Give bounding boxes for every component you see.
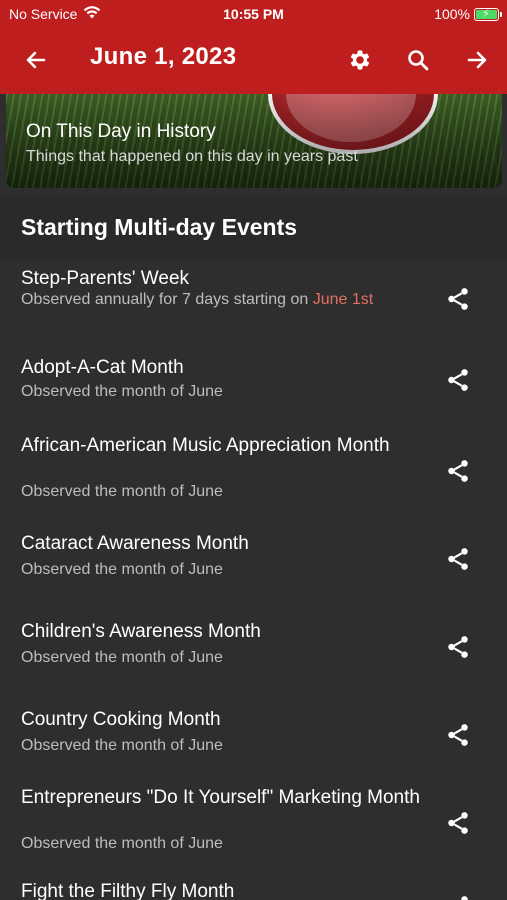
section-heading: Starting Multi-day Events: [21, 214, 298, 240]
share-icon[interactable]: [445, 894, 471, 900]
date-link[interactable]: June 1st: [313, 291, 373, 308]
clock-time: 10:55 PM: [223, 6, 284, 22]
section-header: Starting Multi-day Events: [0, 196, 507, 260]
event-title: Children's Awareness Month: [21, 621, 261, 642]
event-subtitle: Observed the month of June: [21, 835, 223, 852]
list-item[interactable]: Country Cooking Month Observed the month…: [0, 688, 507, 776]
status-bar: No Service 10:55 PM 100% ⚡: [0, 0, 507, 28]
arrow-right-icon[interactable]: [461, 44, 493, 76]
share-icon[interactable]: [445, 634, 471, 660]
event-title: Cataract Awareness Month: [21, 533, 249, 554]
share-icon[interactable]: [445, 367, 471, 393]
arrow-left-icon[interactable]: [20, 44, 52, 76]
event-subtitle: Observed the month of June: [21, 561, 223, 578]
event-title: Step-Parents' Week: [21, 268, 190, 289]
event-subtitle: Observed the month of June: [21, 483, 223, 500]
battery-percent: 100%: [434, 6, 470, 22]
on-this-day-banner[interactable]: On This Day in History Things that happe…: [6, 94, 502, 188]
list-item[interactable]: Cataract Awareness Month Observed the mo…: [0, 512, 507, 600]
list-item[interactable]: Fight the Filthy Fly Month: [0, 864, 507, 900]
share-icon[interactable]: [445, 458, 471, 484]
event-title: Country Cooking Month: [21, 709, 221, 730]
event-subtitle: Observed the month of June: [21, 383, 223, 400]
list-item[interactable]: Children's Awareness Month Observed the …: [0, 600, 507, 688]
top-bar: No Service 10:55 PM 100% ⚡ June 1, 2023: [0, 0, 507, 94]
share-icon[interactable]: [445, 810, 471, 836]
banner-subtitle: Things that happened on this day in year…: [26, 148, 358, 165]
share-icon[interactable]: [445, 286, 471, 312]
battery-icon: ⚡: [474, 7, 502, 21]
event-title: Adopt-A-Cat Month: [21, 357, 184, 378]
event-title: Entrepreneurs "Do It Yourself" Marketing…: [21, 787, 420, 808]
share-icon[interactable]: [445, 722, 471, 748]
navigation-bar: June 1, 2023: [0, 28, 507, 92]
page-title: June 1, 2023: [90, 43, 237, 70]
share-icon[interactable]: [445, 546, 471, 572]
event-title: African-American Music Appreciation Mont…: [21, 435, 390, 456]
search-icon[interactable]: [402, 44, 434, 76]
banner-title: On This Day in History: [26, 121, 216, 142]
list-item[interactable]: African-American Music Appreciation Mont…: [0, 424, 507, 512]
list-item[interactable]: Step-Parents' Week Observed annually for…: [0, 260, 507, 344]
event-subtitle: Observed the month of June: [21, 649, 223, 666]
event-title: Fight the Filthy Fly Month: [21, 881, 235, 900]
list-item[interactable]: Entrepreneurs "Do It Yourself" Marketing…: [0, 776, 507, 864]
event-subtitle: Observed annually for 7 days starting on…: [21, 291, 374, 308]
events-list: Step-Parents' Week Observed annually for…: [0, 260, 507, 900]
event-subtitle: Observed the month of June: [21, 737, 223, 754]
gear-icon[interactable]: [344, 44, 376, 76]
list-item[interactable]: Adopt-A-Cat Month Observed the month of …: [0, 344, 507, 424]
